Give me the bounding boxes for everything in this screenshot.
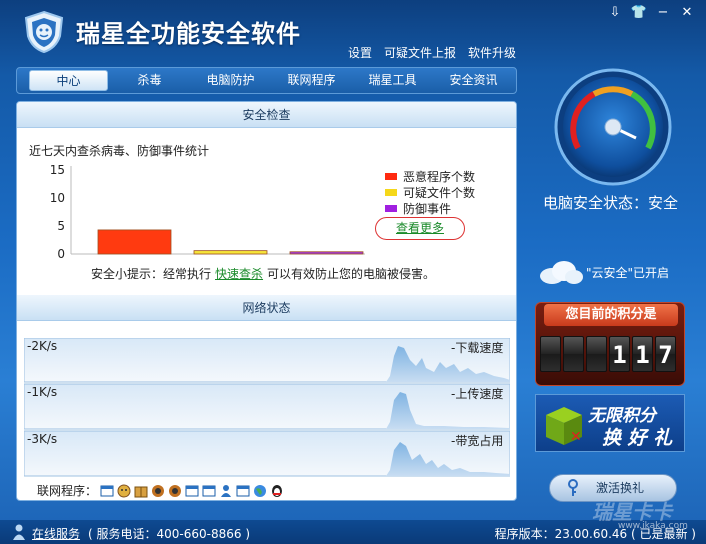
chart-legend: 恶意程序个数 可疑文件个数 防御事件 — [385, 168, 475, 216]
score-panel: 您目前的积分是 1 1 7 — [535, 302, 685, 386]
legend-label: 恶意程序个数 — [403, 169, 476, 184]
bar-0 — [97, 229, 172, 255]
score-digit — [540, 336, 561, 372]
security-tip: 安全小提示：经常执行 快速查杀 可以有效防止您的电脑被侵害。 — [91, 265, 435, 282]
upgrade-link[interactable]: 软件升级 — [468, 44, 516, 61]
legend-item: 恶意程序个数 — [385, 168, 475, 184]
bar-2 — [289, 251, 364, 255]
window-app-icon-4[interactable] — [236, 484, 250, 498]
score-digits: 1 1 7 — [540, 336, 676, 372]
tip-suffix: 可以有效防止您的电脑被侵害。 — [267, 267, 436, 281]
user-app-icon[interactable] — [219, 484, 233, 498]
smiley-app-icon[interactable] — [117, 484, 131, 498]
app-window: 瑞星全功能安全软件 ⇩ 👕 − ✕ 设置 可疑文件上报 软件升级 中心 杀毒 电… — [0, 0, 706, 544]
view-more-link[interactable]: 查看更多 — [375, 217, 465, 240]
globe-app-icon[interactable] — [253, 484, 267, 498]
window-app-icon[interactable] — [100, 484, 114, 498]
gear-app-icon-2[interactable] — [168, 484, 182, 498]
minimize-icon[interactable]: − — [654, 4, 672, 22]
package-app-icon[interactable] — [134, 484, 148, 498]
online-service-link[interactable]: 在线服务 — [32, 525, 80, 542]
score-digit: 7 — [655, 336, 676, 372]
app-title: 瑞星全功能安全软件 — [76, 20, 301, 48]
gear-app-icon[interactable] — [151, 484, 165, 498]
download-speed-label: -下载速度 — [451, 341, 504, 355]
tab-protection[interactable]: 电脑防护 — [191, 70, 270, 91]
stat-title: 近七天内查杀病毒、防御事件统计 — [29, 144, 210, 158]
legend-swatch — [385, 172, 397, 180]
upload-speed-label: -上传速度 — [451, 387, 504, 401]
score-digit: 1 — [609, 336, 630, 372]
tab-center[interactable]: 中心 — [29, 70, 108, 91]
legend-item: 防御事件 — [385, 200, 475, 216]
bandwidth-usage-label: -带宽占用 — [451, 434, 504, 448]
network-status-header: 网络状态 — [17, 295, 516, 321]
report-suspicious-link[interactable]: 可疑文件上报 — [384, 44, 456, 61]
bandwidth-graph — [24, 430, 510, 477]
security-check-header: 安全检查 — [17, 102, 516, 128]
bandwidth-scale-label: -3K/s — [27, 432, 58, 446]
legend-swatch — [385, 188, 397, 196]
legend-label: 可疑文件个数 — [403, 185, 476, 200]
top-links: 设置 可疑文件上报 软件升级 — [348, 44, 516, 61]
user-service-icon — [13, 524, 25, 540]
tab-network-programs[interactable]: 联网程序 — [272, 70, 351, 91]
upload-graph — [24, 383, 510, 430]
y-tick-label: 5 — [57, 219, 65, 233]
main-nav: 中心 杀毒 电脑防护 联网程序 瑞星工具 安全资讯 — [16, 67, 517, 94]
score-title: 您目前的积分是 — [544, 304, 678, 326]
service-phone: ( 服务电话：400-660-8866 ) — [88, 527, 251, 541]
menu-dropdown-icon[interactable]: ⇩ — [606, 4, 624, 22]
tab-security-news[interactable]: 安全资讯 — [434, 70, 513, 91]
window-app-icon-3[interactable] — [202, 484, 216, 498]
tab-tools[interactable]: 瑞星工具 — [353, 70, 432, 91]
network-graphs — [24, 338, 510, 477]
security-gauge — [554, 68, 672, 186]
security-status-text: 电脑安全状态：安全 — [543, 194, 679, 212]
cloud-icon — [540, 261, 583, 284]
bar-1 — [193, 250, 268, 255]
svg-text:✕: ✕ — [570, 429, 582, 445]
rising-lion-logo — [24, 10, 64, 54]
score-digit — [586, 336, 607, 372]
score-digit: 1 — [632, 336, 653, 372]
network-status-section: 网络状态 — [17, 295, 516, 321]
y-tick-label: 10 — [50, 191, 65, 205]
y-tick-label: 0 — [57, 247, 65, 260]
network-apps-row: 联网程序： — [37, 482, 284, 499]
cloud-security-status: "云安全"已开启 — [586, 266, 670, 280]
window-controls: ⇩ 👕 − ✕ — [606, 4, 696, 22]
watermark-url: www.ikaka.com — [618, 521, 688, 531]
tab-antivirus[interactable]: 杀毒 — [110, 70, 189, 91]
network-apps-label: 联网程序： — [37, 484, 98, 498]
score-digit — [563, 336, 584, 372]
y-tick-label: 15 — [50, 164, 65, 177]
skin-shirt-icon[interactable]: 👕 — [630, 4, 648, 22]
key-icon — [568, 479, 578, 496]
legend-item: 可疑文件个数 — [385, 184, 475, 200]
upload-scale-label: -1K/s — [27, 385, 58, 399]
close-icon[interactable]: ✕ — [678, 4, 696, 22]
legend-label: 防御事件 — [403, 201, 452, 216]
quick-scan-link[interactable]: 快速查杀 — [215, 267, 263, 281]
activate-label: 激活换礼 — [596, 481, 645, 495]
download-graph — [24, 338, 510, 383]
points-promo-banner[interactable]: ✕ 无限积分 换 好 礼 — [535, 394, 685, 452]
settings-link[interactable]: 设置 — [348, 44, 372, 61]
gift-box-icon: ✕ — [546, 407, 582, 445]
qq-penguin-icon[interactable] — [270, 484, 284, 498]
legend-swatch — [385, 204, 397, 212]
promo-line2: 换 好 礼 — [602, 427, 673, 449]
download-scale-label: -2K/s — [27, 339, 58, 353]
weekly-stats-chart: 0 5 10 15 — [50, 164, 365, 260]
window-app-icon-2[interactable] — [185, 484, 199, 498]
main-panel: 安全检查 近七天内查杀病毒、防御事件统计 0 5 10 15 恶意程序个数 可疑文件个… — [16, 101, 517, 501]
tip-prefix: 安全小提示：经常执行 — [91, 267, 212, 281]
